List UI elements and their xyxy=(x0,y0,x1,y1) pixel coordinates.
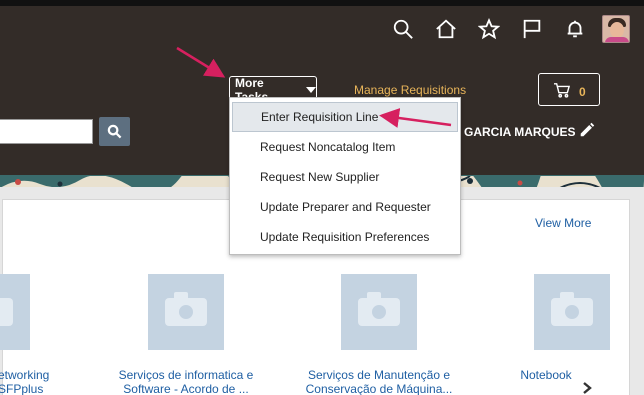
search-icon[interactable] xyxy=(381,12,424,46)
caret-down-icon xyxy=(306,87,316,93)
more-tasks-menu: Enter Requisition Line Request Noncatalo… xyxy=(229,97,461,255)
menu-item-request-new-supplier[interactable]: Request New Supplier xyxy=(230,162,460,192)
cart-button[interactable]: 0 xyxy=(538,73,600,106)
catalog-item-title[interactable]: etworking SFPplus xyxy=(0,368,56,395)
camera-icon xyxy=(551,292,593,326)
catalog-item-image[interactable] xyxy=(534,274,610,350)
camera-icon xyxy=(165,292,207,326)
next-arrow-icon[interactable] xyxy=(581,381,595,395)
catalog-item-image[interactable] xyxy=(341,274,417,350)
catalog-item-title-line: Serviços de informatica e xyxy=(118,368,254,382)
manage-requisitions-link[interactable]: Manage Requisitions xyxy=(354,83,466,97)
catalog-item-title-line: Notebook xyxy=(520,368,572,382)
catalog-item-title-line: etworking xyxy=(0,368,50,382)
catalog-item-title[interactable]: Notebook xyxy=(514,368,578,382)
catalog-item-title-line: Software - Acordo de ... xyxy=(123,382,249,395)
avatar[interactable] xyxy=(602,15,630,43)
catalog-item-image[interactable] xyxy=(148,274,224,350)
edit-icon[interactable] xyxy=(578,121,598,141)
user-name: GARCIA MARQUES xyxy=(464,125,576,139)
catalog-item-image[interactable] xyxy=(0,274,30,350)
camera-icon xyxy=(0,298,13,326)
catalog-item-title[interactable]: Serviços de Manutenção e Conservação de … xyxy=(297,368,461,395)
menu-item-request-noncatalog-item[interactable]: Request Noncatalog Item xyxy=(230,132,460,162)
bell-icon[interactable] xyxy=(553,12,596,46)
catalog-item-title[interactable]: Serviços de informatica e Software - Aco… xyxy=(106,368,266,395)
view-more-link[interactable]: View More xyxy=(535,216,591,230)
catalog-item-title-line: Serviços de Manutenção e xyxy=(307,368,451,382)
home-icon[interactable] xyxy=(424,12,467,46)
search-button[interactable] xyxy=(99,117,130,146)
camera-icon xyxy=(358,292,400,326)
menu-item-update-preparer-requester[interactable]: Update Preparer and Requester xyxy=(230,192,460,222)
star-icon[interactable] xyxy=(467,12,510,46)
menu-item-enter-requisition-line[interactable]: Enter Requisition Line xyxy=(232,102,458,132)
cart-icon xyxy=(554,82,571,98)
flag-icon[interactable] xyxy=(510,12,553,46)
search-icon xyxy=(107,124,122,139)
menu-item-update-requisition-preferences[interactable]: Update Requisition Preferences xyxy=(230,222,460,252)
catalog-item-title-line: SFPplus xyxy=(0,382,44,395)
search-input[interactable] xyxy=(0,119,93,144)
cart-count: 0 xyxy=(579,84,586,99)
header-icons xyxy=(381,12,644,46)
catalog-item-title-line: Conservação de Máquina... xyxy=(305,382,453,395)
